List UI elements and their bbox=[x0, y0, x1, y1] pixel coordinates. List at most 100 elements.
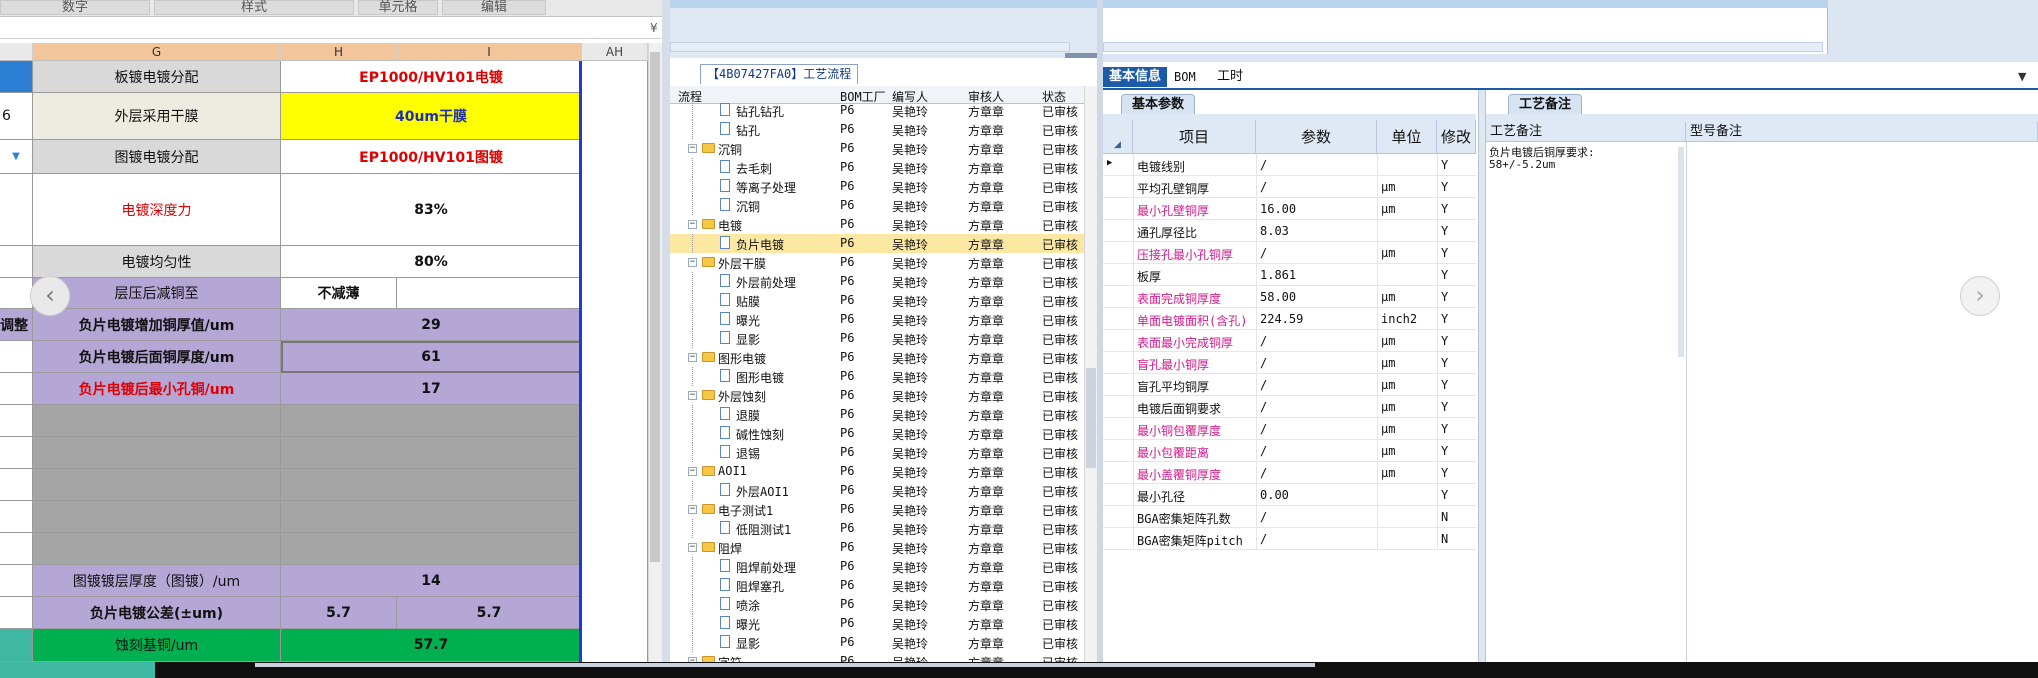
col-unit[interactable]: 单位 bbox=[1377, 120, 1437, 154]
param-row[interactable]: ▶ 电镀线别 / Y bbox=[1103, 154, 1476, 176]
cell-left[interactable] bbox=[0, 469, 33, 501]
cell-empty[interactable] bbox=[33, 533, 281, 565]
collapse-toggle-icon[interactable]: − bbox=[688, 220, 697, 229]
cell-label[interactable]: 负片电镀公差(±um) bbox=[33, 597, 281, 629]
param-value[interactable]: / bbox=[1260, 378, 1267, 392]
param-row[interactable]: 单面电镀面积(含孔) 224.59 inch2 Y bbox=[1103, 308, 1476, 330]
tree-row[interactable]: 显影 P6 吴艳玲 方章章 已审核 bbox=[670, 329, 1084, 348]
tree-row[interactable]: 负片电镀 P6 吴艳玲 方章章 已审核 bbox=[670, 234, 1084, 253]
tree-row[interactable]: 图形电镀 P6 吴艳玲 方章章 已审核 bbox=[670, 367, 1084, 386]
cell-value[interactable]: EP1000/HV101电镀 bbox=[281, 61, 582, 93]
collapse-toggle-icon[interactable]: − bbox=[688, 353, 697, 362]
param-row[interactable]: 通孔厚径比 8.03 Y bbox=[1103, 220, 1476, 242]
tab-basic-info[interactable]: 基本信息 bbox=[1103, 67, 1168, 87]
dropdown-arrow-icon[interactable]: ▼ bbox=[2018, 70, 2026, 83]
cell-empty[interactable] bbox=[397, 278, 582, 309]
cell-left[interactable] bbox=[0, 597, 33, 629]
formula-bar[interactable]: ¥ bbox=[0, 19, 662, 39]
param-value[interactable]: / bbox=[1260, 444, 1267, 458]
tree-row[interactable]: − 外层蚀刻 P6 吴艳玲 方章章 已审核 bbox=[670, 386, 1084, 405]
cell-left[interactable] bbox=[0, 341, 33, 373]
splitter-grip[interactable] bbox=[1065, 53, 1097, 58]
tree-row[interactable]: − 阻焊 P6 吴艳玲 方章章 已审核 bbox=[670, 538, 1084, 557]
collapse-toggle-icon[interactable]: − bbox=[688, 467, 697, 476]
cell-left[interactable] bbox=[0, 629, 33, 662]
cell-empty[interactable] bbox=[281, 405, 582, 437]
param-value[interactable]: 58.00 bbox=[1260, 290, 1296, 304]
cell-left-fragment[interactable]: 6 bbox=[0, 93, 33, 140]
bottom-scroll-track[interactable] bbox=[255, 663, 1315, 667]
cell-label[interactable]: 图镀电镀分配 bbox=[33, 140, 281, 174]
tree-row[interactable]: 钻孔 P6 吴艳玲 方章章 已审核 bbox=[670, 120, 1084, 139]
tree-row[interactable]: 阻焊前处理 P6 吴艳玲 方章章 已审核 bbox=[670, 557, 1084, 576]
param-row[interactable]: BGA密集矩阵pitch / N bbox=[1103, 528, 1476, 550]
cell-label[interactable]: 负片电镀后面铜厚度/um bbox=[33, 341, 281, 373]
param-value[interactable]: 1.861 bbox=[1260, 268, 1296, 282]
column-ah-cells[interactable] bbox=[582, 61, 648, 662]
ribbon-group-editing[interactable]: 编辑 bbox=[442, 0, 546, 15]
collapse-toggle-icon[interactable]: − bbox=[688, 505, 697, 514]
collapse-toggle-icon[interactable]: − bbox=[688, 543, 697, 552]
cell-label[interactable]: 蚀刻基铜/um bbox=[33, 629, 281, 662]
cell-label[interactable]: 电镀深度力 bbox=[33, 174, 281, 246]
cell-label[interactable]: 负片电镀增加铜厚值/um bbox=[33, 309, 281, 341]
excel-scroll-thumb[interactable] bbox=[650, 52, 660, 562]
param-value[interactable]: / bbox=[1260, 158, 1267, 172]
cell-left[interactable] bbox=[0, 278, 33, 309]
param-row[interactable]: 电镀后面铜要求 / μm Y bbox=[1103, 396, 1476, 418]
cell-left[interactable]: ▼ bbox=[0, 140, 33, 174]
param-value[interactable]: 8.03 bbox=[1260, 224, 1289, 238]
cell-empty[interactable] bbox=[281, 533, 582, 565]
tree-row[interactable]: 曝光 P6 吴艳玲 方章章 已审核 bbox=[670, 310, 1084, 329]
cell-value[interactable]: 17 bbox=[281, 373, 582, 405]
cell-label[interactable]: 电镀均匀性 bbox=[33, 246, 281, 278]
horizontal-scrollbar[interactable] bbox=[1103, 42, 1823, 52]
ribbon-group-styles[interactable]: 样式 bbox=[154, 0, 354, 15]
cell-label[interactable]: 外层采用干膜 bbox=[33, 93, 281, 140]
collapse-toggle-icon[interactable]: − bbox=[688, 258, 697, 267]
cell-label[interactable]: 板镀电镀分配 bbox=[33, 61, 281, 93]
cell-value[interactable]: 5.7 bbox=[281, 597, 397, 629]
cell-left[interactable] bbox=[0, 501, 33, 533]
column-header-g[interactable]: G bbox=[33, 43, 281, 61]
param-row[interactable]: 板厚 1.861 Y bbox=[1103, 264, 1476, 286]
param-row[interactable]: 最小孔壁铜厚 16.00 μm Y bbox=[1103, 198, 1476, 220]
tree-row[interactable]: − 沉铜 P6 吴艳玲 方章章 已审核 bbox=[670, 139, 1084, 158]
ribbon-group-cells[interactable]: 单元格 bbox=[358, 0, 438, 15]
tree-row[interactable]: − 电镀 P6 吴艳玲 方章章 已审核 bbox=[670, 215, 1084, 234]
param-row[interactable]: 表面完成铜厚度 58.00 μm Y bbox=[1103, 286, 1476, 308]
cell-value[interactable]: 40um干膜 bbox=[281, 93, 582, 140]
cell-left[interactable] bbox=[0, 174, 33, 246]
tree-row[interactable]: 退膜 P6 吴艳玲 方章章 已审核 bbox=[670, 405, 1084, 424]
cell-left[interactable] bbox=[0, 533, 33, 565]
tree-row[interactable]: 喷涂 P6 吴艳玲 方章章 已审核 bbox=[670, 595, 1084, 614]
param-row[interactable]: 盲孔最小铜厚 / μm Y bbox=[1103, 352, 1476, 374]
tree-scroll-thumb[interactable] bbox=[1086, 368, 1096, 468]
param-row[interactable]: 最小盖覆铜厚度 / μm Y bbox=[1103, 462, 1476, 484]
tree-row[interactable]: 低阻测试1 P6 吴艳玲 方章章 已审核 bbox=[670, 519, 1084, 538]
cell-value[interactable]: 14 bbox=[281, 565, 582, 597]
column-header-h[interactable]: H bbox=[281, 43, 397, 61]
cell-value[interactable]: 80% bbox=[281, 246, 582, 278]
tree-row[interactable]: 钻孔钻孔 P6 吴艳玲 方章章 已审核 bbox=[670, 101, 1084, 120]
ribbon-group-number[interactable]: 数字 bbox=[0, 0, 150, 15]
tree-row[interactable]: 阻焊塞孔 P6 吴艳玲 方章章 已审核 bbox=[670, 576, 1084, 595]
tree-row[interactable]: − 图形电镀 P6 吴艳玲 方章章 已审核 bbox=[670, 348, 1084, 367]
next-page-button[interactable]: › bbox=[1960, 276, 2000, 316]
tree-row[interactable]: 外层AOI1 P6 吴艳玲 方章章 已审核 bbox=[670, 481, 1084, 500]
cell-left[interactable] bbox=[0, 246, 33, 278]
cell-left[interactable] bbox=[0, 373, 33, 405]
param-value[interactable]: / bbox=[1260, 246, 1267, 260]
column-header-i[interactable]: I bbox=[397, 43, 582, 61]
formula-expand-icon[interactable]: ¥ bbox=[650, 21, 658, 35]
cell-left[interactable] bbox=[0, 405, 33, 437]
tree-row[interactable]: 退锡 P6 吴艳玲 方章章 已审核 bbox=[670, 443, 1084, 462]
param-row[interactable]: 盲孔平均铜厚 / μm Y bbox=[1103, 374, 1476, 396]
process-flow-tab[interactable]: 【4B07427FA0】工艺流程 bbox=[700, 64, 859, 84]
param-row[interactable]: 平均孔壁铜厚 / μm Y bbox=[1103, 176, 1476, 198]
cell-value[interactable]: 57.7 bbox=[281, 629, 582, 662]
param-value[interactable]: / bbox=[1260, 180, 1267, 194]
tree-row[interactable]: − 外层干膜 P6 吴艳玲 方章章 已审核 bbox=[670, 253, 1084, 272]
cell-left-selected[interactable] bbox=[0, 61, 33, 93]
param-row[interactable]: 最小铜包覆厚度 / μm Y bbox=[1103, 418, 1476, 440]
